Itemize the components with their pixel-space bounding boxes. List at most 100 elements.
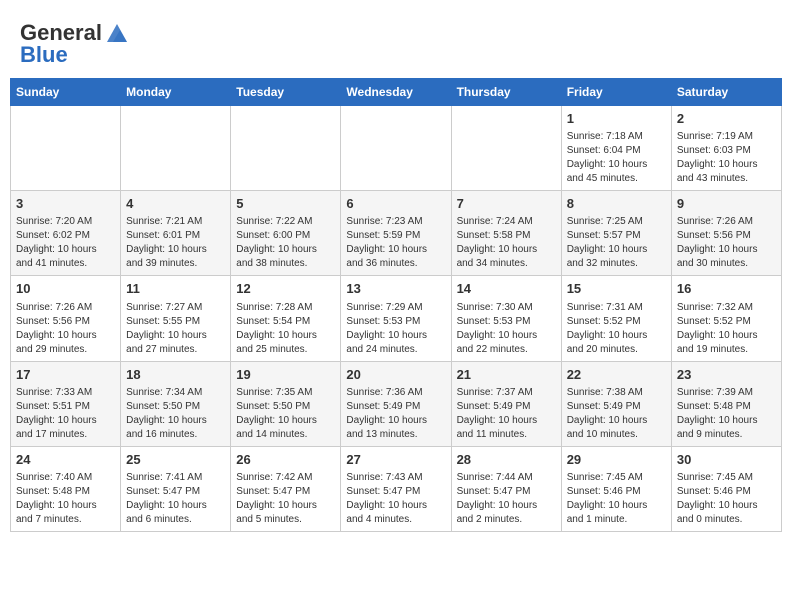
day-number: 24	[16, 451, 115, 469]
calendar-cell: 18 Sunrise: 7:34 AMSunset: 5:50 PMDayligh…	[121, 361, 231, 446]
calendar-cell: 14 Sunrise: 7:30 AMSunset: 5:53 PMDayligh…	[451, 276, 561, 361]
calendar-cell: 6 Sunrise: 7:23 AMSunset: 5:59 PMDaylight…	[341, 191, 451, 276]
calendar-week-5: 24 Sunrise: 7:40 AMSunset: 5:48 PMDayligh…	[11, 446, 782, 531]
day-number: 5	[236, 195, 335, 213]
day-number: 14	[457, 280, 556, 298]
calendar-cell: 15 Sunrise: 7:31 AMSunset: 5:52 PMDayligh…	[561, 276, 671, 361]
day-info: Sunrise: 7:24 AMSunset: 5:58 PMDaylight:…	[457, 215, 556, 271]
calendar-cell: 29 Sunrise: 7:45 AMSunset: 5:46 PMDayligh…	[561, 446, 671, 531]
day-info: Sunrise: 7:42 AMSunset: 5:47 PMDaylight:…	[236, 471, 335, 527]
day-info: Sunrise: 7:30 AMSunset: 5:53 PMDaylight:…	[457, 301, 556, 357]
day-number: 15	[567, 280, 666, 298]
weekday-header-wednesday: Wednesday	[341, 79, 451, 106]
day-info: Sunrise: 7:37 AMSunset: 5:49 PMDaylight:…	[457, 386, 556, 442]
day-number: 3	[16, 195, 115, 213]
calendar-cell: 1Sunrise: 7:18 AMSunset: 6:04 PMDaylight…	[561, 106, 671, 191]
day-info: Sunrise: 7:26 AMSunset: 5:56 PMDaylight:…	[16, 301, 115, 357]
day-number: 4	[126, 195, 225, 213]
calendar-cell: 4 Sunrise: 7:21 AMSunset: 6:01 PMDaylight…	[121, 191, 231, 276]
day-info: Sunrise: 7:44 AMSunset: 5:47 PMDaylight:…	[457, 471, 556, 527]
day-number: 2	[677, 110, 776, 128]
logo: General Blue	[20, 20, 130, 68]
calendar-cell: 11 Sunrise: 7:27 AMSunset: 5:55 PMDayligh…	[121, 276, 231, 361]
day-info: Sunrise: 7:39 AMSunset: 5:48 PMDaylight:…	[677, 386, 776, 442]
weekday-header-friday: Friday	[561, 79, 671, 106]
calendar-cell: 22 Sunrise: 7:38 AMSunset: 5:49 PMDayligh…	[561, 361, 671, 446]
day-info: Sunrise: 7:38 AMSunset: 5:49 PMDaylight:…	[567, 386, 666, 442]
calendar-cell: 3 Sunrise: 7:20 AMSunset: 6:02 PMDaylight…	[11, 191, 121, 276]
calendar-cell: 8Sunrise: 7:25 AMSunset: 5:57 PMDaylight…	[561, 191, 671, 276]
calendar-cell: 21 Sunrise: 7:37 AMSunset: 5:49 PMDayligh…	[451, 361, 561, 446]
day-info: Sunrise: 7:29 AMSunset: 5:53 PMDaylight:…	[346, 301, 445, 357]
day-number: 26	[236, 451, 335, 469]
calendar-cell: 30 Sunrise: 7:45 AMSunset: 5:46 PMDayligh…	[671, 446, 781, 531]
day-number: 6	[346, 195, 445, 213]
calendar-cell: 12 Sunrise: 7:28 AMSunset: 5:54 PMDayligh…	[231, 276, 341, 361]
day-info: Sunrise: 7:26 AMSunset: 5:56 PMDaylight:…	[677, 215, 776, 271]
weekday-header-monday: Monday	[121, 79, 231, 106]
weekday-header-saturday: Saturday	[671, 79, 781, 106]
day-info: Sunrise: 7:33 AMSunset: 5:51 PMDaylight:…	[16, 386, 115, 442]
calendar-week-3: 10 Sunrise: 7:26 AMSunset: 5:56 PMDayligh…	[11, 276, 782, 361]
day-number: 11	[126, 280, 225, 298]
calendar-cell: 13 Sunrise: 7:29 AMSunset: 5:53 PMDayligh…	[341, 276, 451, 361]
day-info: Sunrise: 7:45 AMSunset: 5:46 PMDaylight:…	[567, 471, 666, 527]
day-number: 18	[126, 366, 225, 384]
day-info: Sunrise: 7:25 AMSunset: 5:57 PMDaylight:…	[567, 215, 666, 271]
calendar-cell: 23 Sunrise: 7:39 AMSunset: 5:48 PMDayligh…	[671, 361, 781, 446]
day-number: 10	[16, 280, 115, 298]
day-number: 9	[677, 195, 776, 213]
calendar-cell: 5 Sunrise: 7:22 AMSunset: 6:00 PMDaylight…	[231, 191, 341, 276]
calendar-cell: 16 Sunrise: 7:32 AMSunset: 5:52 PMDayligh…	[671, 276, 781, 361]
calendar-cell	[121, 106, 231, 191]
calendar-cell: 7 Sunrise: 7:24 AMSunset: 5:58 PMDaylight…	[451, 191, 561, 276]
day-info: Sunrise: 7:36 AMSunset: 5:49 PMDaylight:…	[346, 386, 445, 442]
day-info: Sunrise: 7:32 AMSunset: 5:52 PMDaylight:…	[677, 301, 776, 357]
day-info: Sunrise: 7:20 AMSunset: 6:02 PMDaylight:…	[16, 215, 115, 271]
calendar-header-row: SundayMondayTuesdayWednesdayThursdayFrid…	[11, 79, 782, 106]
day-info: Sunrise: 7:27 AMSunset: 5:55 PMDaylight:…	[126, 301, 225, 357]
calendar-cell: 9 Sunrise: 7:26 AMSunset: 5:56 PMDaylight…	[671, 191, 781, 276]
day-info: Sunrise: 7:22 AMSunset: 6:00 PMDaylight:…	[236, 215, 335, 271]
day-info: Sunrise: 7:34 AMSunset: 5:50 PMDaylight:…	[126, 386, 225, 442]
calendar-cell	[231, 106, 341, 191]
calendar-cell: 17 Sunrise: 7:33 AMSunset: 5:51 PMDayligh…	[11, 361, 121, 446]
day-info: Sunrise: 7:31 AMSunset: 5:52 PMDaylight:…	[567, 301, 666, 357]
calendar-cell: 20 Sunrise: 7:36 AMSunset: 5:49 PMDayligh…	[341, 361, 451, 446]
calendar-week-4: 17 Sunrise: 7:33 AMSunset: 5:51 PMDayligh…	[11, 361, 782, 446]
weekday-header-thursday: Thursday	[451, 79, 561, 106]
day-number: 20	[346, 366, 445, 384]
day-number: 29	[567, 451, 666, 469]
calendar-body: 1Sunrise: 7:18 AMSunset: 6:04 PMDaylight…	[11, 106, 782, 532]
day-number: 30	[677, 451, 776, 469]
calendar-cell: 10 Sunrise: 7:26 AMSunset: 5:56 PMDayligh…	[11, 276, 121, 361]
calendar-week-1: 1Sunrise: 7:18 AMSunset: 6:04 PMDaylight…	[11, 106, 782, 191]
calendar-cell: 27 Sunrise: 7:43 AMSunset: 5:47 PMDayligh…	[341, 446, 451, 531]
day-number: 25	[126, 451, 225, 469]
day-number: 13	[346, 280, 445, 298]
day-info: Sunrise: 7:21 AMSunset: 6:01 PMDaylight:…	[126, 215, 225, 271]
calendar-cell: 24 Sunrise: 7:40 AMSunset: 5:48 PMDayligh…	[11, 446, 121, 531]
calendar-cell	[451, 106, 561, 191]
day-number: 21	[457, 366, 556, 384]
day-number: 22	[567, 366, 666, 384]
day-number: 17	[16, 366, 115, 384]
day-number: 23	[677, 366, 776, 384]
calendar-cell: 26 Sunrise: 7:42 AMSunset: 5:47 PMDayligh…	[231, 446, 341, 531]
day-info: Sunrise: 7:23 AMSunset: 5:59 PMDaylight:…	[346, 215, 445, 271]
day-info: Sunrise: 7:43 AMSunset: 5:47 PMDaylight:…	[346, 471, 445, 527]
calendar-table: SundayMondayTuesdayWednesdayThursdayFrid…	[10, 78, 782, 532]
day-info: Sunrise: 7:28 AMSunset: 5:54 PMDaylight:…	[236, 301, 335, 357]
day-info: Sunrise: 7:40 AMSunset: 5:48 PMDaylight:…	[16, 471, 115, 527]
day-info: Sunrise: 7:19 AMSunset: 6:03 PMDaylight:…	[677, 130, 776, 186]
calendar-cell	[11, 106, 121, 191]
day-number: 19	[236, 366, 335, 384]
day-number: 7	[457, 195, 556, 213]
day-info: Sunrise: 7:35 AMSunset: 5:50 PMDaylight:…	[236, 386, 335, 442]
day-number: 27	[346, 451, 445, 469]
day-info: Sunrise: 7:45 AMSunset: 5:46 PMDaylight:…	[677, 471, 776, 527]
day-info: Sunrise: 7:18 AMSunset: 6:04 PMDaylight:…	[567, 130, 666, 186]
day-number: 16	[677, 280, 776, 298]
logo-icon	[104, 20, 130, 46]
day-number: 12	[236, 280, 335, 298]
